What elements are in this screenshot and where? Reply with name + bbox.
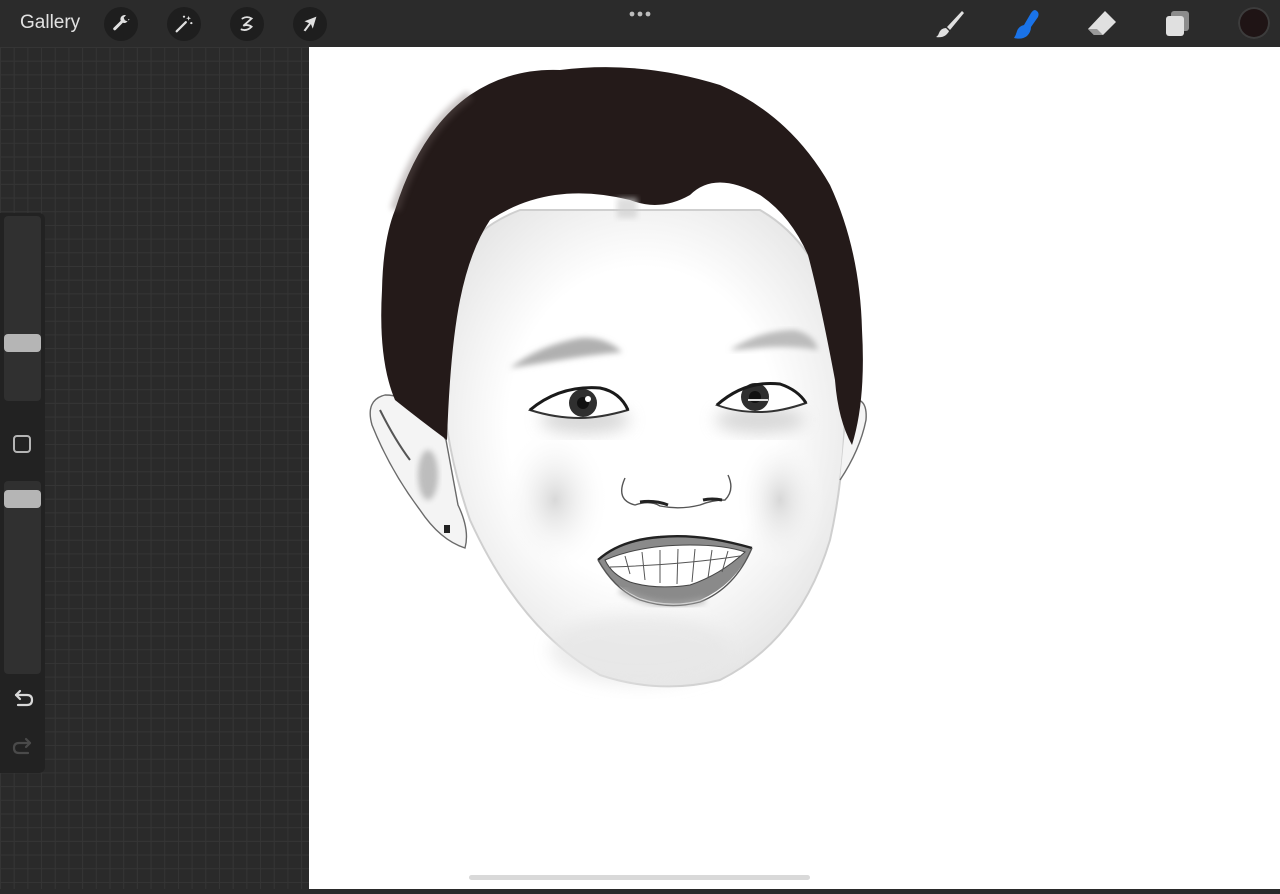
actions-button[interactable] (104, 7, 138, 41)
modify-button[interactable] (13, 435, 31, 453)
layers-icon[interactable] (1161, 7, 1195, 41)
selection-button[interactable] (230, 7, 264, 41)
top-toolbar: Gallery (0, 0, 1280, 47)
more-dots-icon[interactable] (628, 10, 652, 18)
transform-arrow-icon (303, 16, 317, 32)
brush-size-slider[interactable] (4, 216, 41, 401)
adjustments-button[interactable] (167, 7, 201, 41)
smudge-icon[interactable] (1009, 7, 1043, 41)
redo-icon[interactable] (10, 737, 36, 759)
workspace-grid-background (0, 47, 309, 889)
opacity-slider[interactable] (4, 481, 41, 674)
drawing-canvas[interactable] (309, 47, 1280, 889)
magic-wand-icon (175, 15, 193, 33)
wrench-icon (113, 15, 130, 31)
undo-icon[interactable] (10, 689, 36, 711)
eraser-icon[interactable] (1085, 7, 1119, 41)
left-sidebar (0, 213, 45, 773)
brush-icon[interactable] (933, 7, 967, 41)
home-indicator[interactable] (469, 875, 810, 880)
opacity-knob[interactable] (4, 490, 41, 508)
transform-button[interactable] (293, 7, 327, 41)
brush-size-knob[interactable] (4, 334, 41, 352)
gallery-button[interactable]: Gallery (20, 12, 80, 34)
color-swatch[interactable] (1238, 7, 1270, 39)
portrait-drawing (369, 67, 867, 688)
selection-icon (240, 16, 254, 31)
